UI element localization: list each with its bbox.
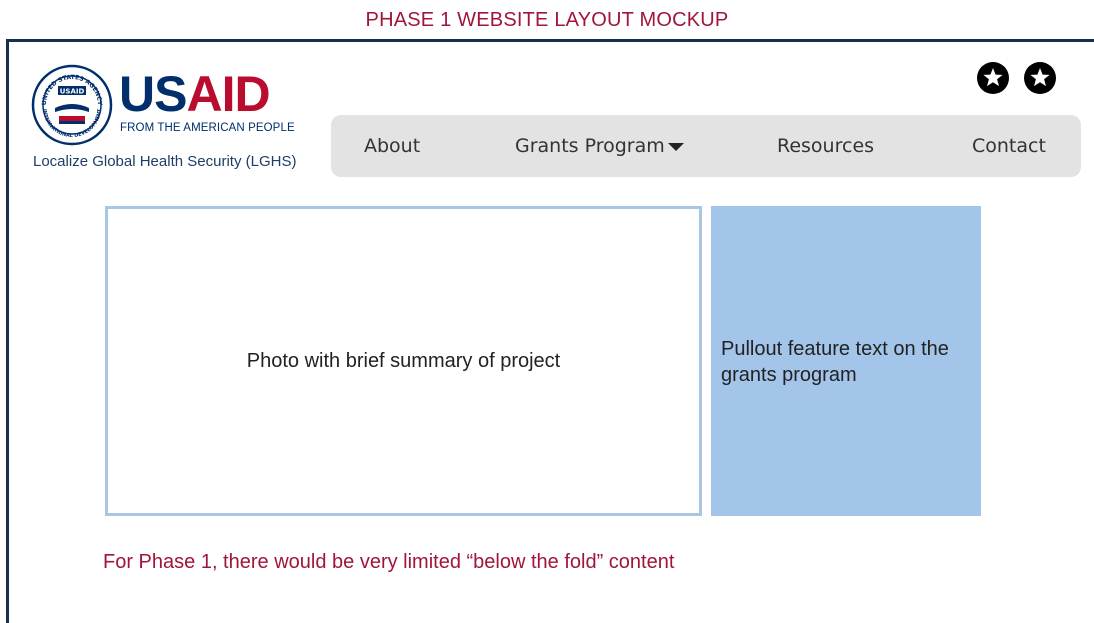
star-icon[interactable] xyxy=(977,62,1009,94)
main-nav: About Grants Program Resources Contact xyxy=(331,115,1081,177)
seal-badge-text: USAID xyxy=(60,88,85,96)
nav-item-contact[interactable]: Contact xyxy=(972,135,1046,157)
logo-tagline: FROM THE AMERICAN PEOPLE xyxy=(120,122,295,134)
nav-item-label: Grants Program xyxy=(515,135,665,157)
usaid-seal-icon: UNITED STATES AGENCY INTERNATIONAL DEVEL… xyxy=(31,64,113,146)
nav-item-resources[interactable]: Resources xyxy=(777,135,874,157)
nav-item-about[interactable]: About xyxy=(364,135,420,157)
usaid-logo[interactable]: UNITED STATES AGENCY INTERNATIONAL DEVEL… xyxy=(31,64,321,174)
star-icon[interactable] xyxy=(1024,62,1056,94)
program-name: Localize Global Health Security (LGHS) xyxy=(33,153,297,170)
phase-note: For Phase 1, there would be very limited… xyxy=(103,551,675,573)
wordmark-aid: AID xyxy=(186,66,270,122)
wordmark-us: US xyxy=(119,66,187,122)
pullout-feature-text: Pullout feature text on the grants progr… xyxy=(721,338,949,386)
hero-photo-placeholder[interactable]: Photo with brief summary of project xyxy=(105,206,702,516)
nav-item-grants-program[interactable]: Grants Program xyxy=(515,135,684,157)
mockup-title: PHASE 1 WEBSITE LAYOUT MOCKUP xyxy=(365,9,729,31)
caret-down-icon xyxy=(667,142,684,151)
hero-photo-text: Photo with brief summary of project xyxy=(246,349,561,372)
pullout-feature[interactable]: Pullout feature text on the grants progr… xyxy=(711,206,981,516)
usaid-wordmark: USAID xyxy=(119,66,271,122)
